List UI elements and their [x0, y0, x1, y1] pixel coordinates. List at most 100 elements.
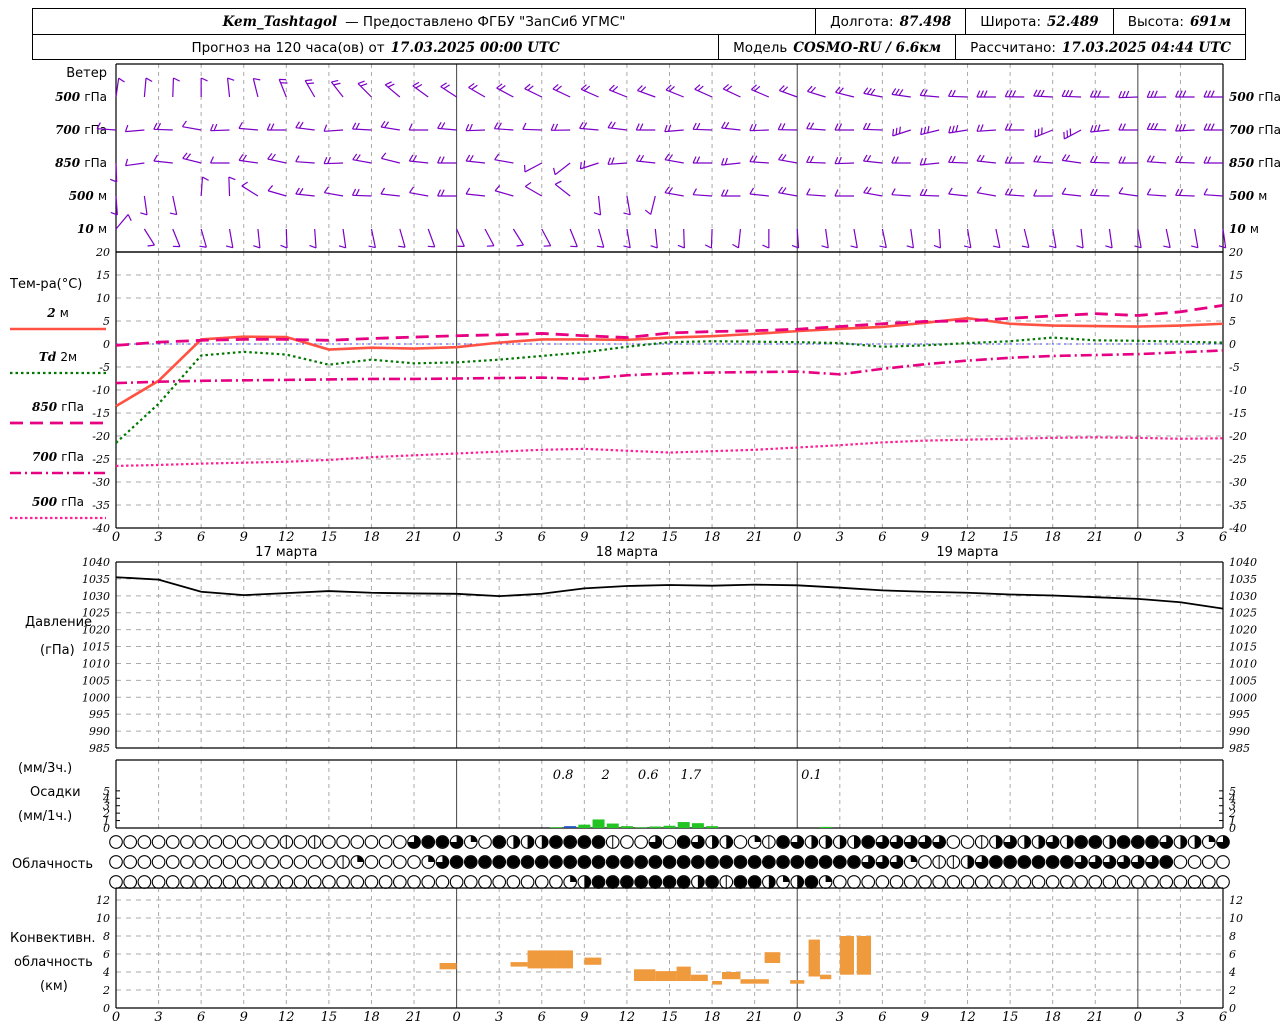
- precip-bar: [592, 819, 605, 828]
- svg-text:850 гПа: 850 гПа: [1229, 156, 1280, 170]
- svg-text:4: 4: [1228, 966, 1236, 979]
- svg-text:5: 5: [1229, 315, 1236, 328]
- svg-text:18 марта: 18 марта: [596, 545, 658, 560]
- precip-bar: [663, 825, 676, 828]
- convective-bar: [510, 962, 528, 967]
- svg-text:21: 21: [1086, 1010, 1104, 1024]
- cloud-row-2: [109, 855, 1230, 869]
- svg-text:1040: 1040: [1229, 556, 1257, 569]
- svg-text:12: 12: [619, 1010, 636, 1024]
- svg-text:1010: 1010: [82, 657, 110, 670]
- svg-text:1000: 1000: [1229, 691, 1257, 704]
- convective-bar: [676, 966, 691, 981]
- svg-text:0: 0: [452, 1010, 460, 1024]
- svg-text:1020: 1020: [1229, 624, 1257, 637]
- svg-text:1040: 1040: [82, 556, 110, 569]
- precipitation-panel: 0 01 12 23 34 45 50.8 2 0.6 1.7 0.1(мм/3ч.)Осадки(…: [18, 759, 1236, 835]
- svg-text:0: 0: [452, 530, 460, 545]
- svg-text:3: 3: [836, 530, 844, 545]
- svg-text:3: 3: [1176, 1010, 1184, 1024]
- svg-text:18: 18: [704, 530, 721, 545]
- svg-text:(гПа): (гПа): [40, 643, 75, 658]
- svg-text:-10: -10: [1229, 384, 1247, 397]
- wind-barb-row-3: [110, 176, 1224, 216]
- precip-bar: [691, 823, 704, 828]
- svg-text:850 гПа: 850 гПа: [55, 156, 107, 170]
- svg-text:9: 9: [580, 1010, 588, 1024]
- svg-text:0: 0: [1134, 530, 1142, 545]
- svg-text:995: 995: [89, 708, 110, 721]
- precip-bar: [549, 827, 562, 828]
- svg-text:(мм/3ч.): (мм/3ч.): [18, 761, 72, 776]
- svg-text:0: 0: [1134, 1010, 1142, 1024]
- svg-text:3: 3: [1176, 530, 1184, 545]
- svg-text:0: 0: [793, 1010, 801, 1024]
- svg-text:500 м: 500 м: [1229, 189, 1267, 203]
- svg-text:6: 6: [878, 530, 886, 545]
- svg-text:1000: 1000: [82, 691, 110, 704]
- svg-text:990: 990: [1229, 725, 1250, 738]
- svg-text:-35: -35: [1229, 499, 1247, 512]
- temperature-panel: -40 -40 -35 -35 -30 -30 -25 -25 -20 -20 -15 -15 -10 -…: [92, 246, 1246, 535]
- svg-text:0.8: 0.8: [553, 768, 574, 783]
- temp-series-2м: [115, 316, 1224, 408]
- svg-text:3: 3: [154, 530, 162, 545]
- svg-text:21: 21: [405, 530, 423, 545]
- svg-text:6: 6: [103, 948, 110, 961]
- svg-text:3: 3: [495, 1010, 503, 1024]
- meteogram-page: { "header": { "row1": { "station": "Kem_…: [0, 0, 1280, 1024]
- convective-bar: [655, 971, 677, 981]
- svg-text:12: 12: [959, 1010, 976, 1024]
- svg-text:0: 0: [103, 1002, 110, 1015]
- meteogram-plot: Ветер 500 гПа 500 гПа 700 гПа 700 гПа 850 гПа…: [9, 63, 1280, 1024]
- svg-text:Td 2м: Td 2м: [39, 350, 77, 364]
- precip-bar: [635, 827, 648, 828]
- convective-bar: [555, 950, 573, 969]
- svg-text:6: 6: [1219, 530, 1227, 545]
- svg-text:8: 8: [103, 930, 110, 943]
- precip-bar: [819, 826, 832, 828]
- wind-barb-row-4: [115, 214, 1227, 249]
- svg-text:-40: -40: [92, 522, 110, 535]
- convective-bar: [439, 963, 457, 970]
- svg-text:-20: -20: [92, 430, 110, 443]
- svg-text:1035: 1035: [1229, 573, 1257, 586]
- svg-text:5: 5: [1229, 785, 1236, 798]
- precip-bar: [677, 822, 690, 828]
- svg-text:18: 18: [1044, 1010, 1061, 1024]
- convective-panel: 0 0 2 2 4 4 6 6 8 8 10 10 12 12 Конвективн. облачность (…: [10, 887, 1243, 1015]
- svg-text:6: 6: [197, 530, 205, 545]
- svg-text:облачность: облачность: [14, 955, 93, 970]
- convective-bar: [740, 979, 769, 984]
- svg-text:1010: 1010: [1229, 657, 1257, 670]
- svg-text:0: 0: [103, 338, 110, 351]
- svg-text:0.1: 0.1: [801, 768, 822, 783]
- svg-text:10 м: 10 м: [77, 222, 107, 236]
- svg-text:Облачность: Облачность: [12, 857, 93, 872]
- svg-text:Давление: Давление: [25, 615, 92, 630]
- svg-text:10: 10: [1229, 292, 1243, 305]
- svg-text:(км): (км): [40, 979, 68, 994]
- svg-text:3: 3: [495, 530, 503, 545]
- svg-text:Конвективн.: Конвективн.: [10, 931, 96, 946]
- svg-text:6: 6: [1219, 1010, 1227, 1024]
- convective-bar: [634, 969, 656, 981]
- convective-bar: [584, 957, 602, 965]
- svg-text:8: 8: [1229, 930, 1236, 943]
- precip-bar: [564, 826, 577, 828]
- svg-text:3: 3: [836, 1010, 844, 1024]
- svg-text:18: 18: [363, 530, 380, 545]
- svg-text:9: 9: [921, 1010, 929, 1024]
- svg-text:0: 0: [793, 530, 801, 545]
- svg-text:21: 21: [745, 1010, 763, 1024]
- svg-text:0: 0: [112, 1010, 120, 1024]
- svg-text:700 гПа: 700 гПа: [32, 450, 84, 464]
- svg-text:-10: -10: [92, 384, 110, 397]
- wind-barb-row-2: [109, 152, 1223, 183]
- svg-text:18: 18: [1044, 530, 1061, 545]
- svg-text:9: 9: [580, 530, 588, 545]
- svg-text:0.6: 0.6: [638, 768, 659, 783]
- svg-text:-15: -15: [1229, 407, 1247, 420]
- pressure-panel: 985 985 990 990 995 995 1000 1000 1005 1005 1010 10…: [25, 556, 1257, 755]
- svg-text:6: 6: [538, 1010, 546, 1024]
